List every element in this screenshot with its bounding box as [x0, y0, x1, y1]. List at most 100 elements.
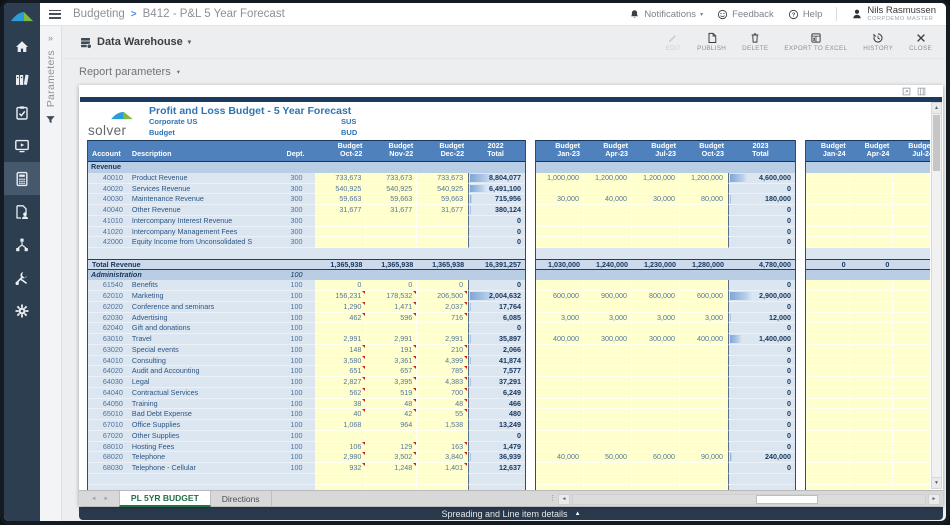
- budget-input-cell[interactable]: 80,000: [680, 194, 728, 205]
- budget-input-cell[interactable]: [806, 431, 850, 442]
- budget-input-cell[interactable]: 1,200,000: [680, 173, 728, 184]
- data-source-dropdown[interactable]: Data Warehouse ▾: [79, 36, 191, 49]
- budget-input-cell[interactable]: [680, 356, 728, 367]
- budget-input-cell[interactable]: [536, 377, 584, 388]
- budget-input-cell[interactable]: [536, 399, 584, 410]
- budget-input-cell[interactable]: 3,840: [417, 452, 468, 463]
- budget-input-cell[interactable]: 540,925: [417, 184, 468, 195]
- budget-input-cell[interactable]: [850, 345, 894, 356]
- budget-input-cell[interactable]: [850, 323, 894, 334]
- budget-input-cell[interactable]: [850, 237, 894, 248]
- budget-input-cell[interactable]: 90,000: [680, 452, 728, 463]
- budget-input-cell[interactable]: [850, 388, 894, 399]
- budget-input-cell[interactable]: [632, 366, 680, 377]
- budget-input-cell[interactable]: [680, 184, 728, 195]
- budget-input-cell[interactable]: 31,677: [417, 205, 468, 216]
- budget-input-cell[interactable]: 129: [366, 442, 417, 453]
- budget-input-cell[interactable]: [850, 280, 894, 291]
- budget-input-cell[interactable]: 48: [417, 399, 468, 410]
- budget-input-cell[interactable]: [584, 463, 632, 474]
- budget-input-cell[interactable]: 59,663: [366, 194, 417, 205]
- budget-input-cell[interactable]: [806, 227, 850, 238]
- budget-input-cell[interactable]: [893, 184, 930, 195]
- budget-input-cell[interactable]: 400,000: [680, 334, 728, 345]
- budget-input-cell[interactable]: [806, 452, 850, 463]
- budget-input-cell[interactable]: [893, 173, 930, 184]
- budget-input-cell[interactable]: [417, 227, 468, 238]
- sheet-tab-pl-5yr-budget[interactable]: PL 5YR BUDGET: [119, 491, 211, 507]
- budget-input-cell[interactable]: [632, 377, 680, 388]
- budget-input-cell[interactable]: [315, 474, 366, 485]
- budget-input-cell[interactable]: [680, 302, 728, 313]
- budget-input-cell[interactable]: [584, 345, 632, 356]
- budget-input-cell[interactable]: [893, 409, 930, 420]
- budget-input-cell[interactable]: 2,980: [315, 452, 366, 463]
- budget-input-cell[interactable]: [632, 431, 680, 442]
- sidebar-item-report-archive[interactable]: [4, 63, 40, 96]
- budget-input-cell[interactable]: [806, 442, 850, 453]
- budget-input-cell[interactable]: 1,068: [315, 420, 366, 431]
- sidebar-item-assignments[interactable]: [4, 96, 40, 129]
- budget-input-cell[interactable]: [850, 173, 894, 184]
- budget-input-cell[interactable]: 733,673: [315, 173, 366, 184]
- budget-input-cell[interactable]: [680, 237, 728, 248]
- budget-input-cell[interactable]: [893, 194, 930, 205]
- budget-input-cell[interactable]: [893, 227, 930, 238]
- sheet-tab-directions[interactable]: Directions: [211, 491, 272, 507]
- budget-input-cell[interactable]: [806, 184, 850, 195]
- budget-input-cell[interactable]: 600,000: [536, 291, 584, 302]
- budget-input-cell[interactable]: [632, 205, 680, 216]
- budget-input-cell[interactable]: [584, 205, 632, 216]
- budget-input-cell[interactable]: 964: [366, 420, 417, 431]
- budget-input-cell[interactable]: [893, 280, 930, 291]
- budget-input-cell[interactable]: [806, 323, 850, 334]
- budget-input-cell[interactable]: 462: [315, 313, 366, 324]
- budget-input-cell[interactable]: 30,000: [536, 194, 584, 205]
- budget-input-cell[interactable]: [680, 474, 728, 485]
- budget-input-cell[interactable]: 3,000: [680, 313, 728, 324]
- budget-input-cell[interactable]: [584, 237, 632, 248]
- budget-input-cell[interactable]: [536, 463, 584, 474]
- budget-input-cell[interactable]: 540,925: [366, 184, 417, 195]
- budget-input-cell[interactable]: [584, 302, 632, 313]
- budget-input-cell[interactable]: [850, 334, 894, 345]
- budget-input-cell[interactable]: [632, 280, 680, 291]
- budget-input-cell[interactable]: [417, 431, 468, 442]
- budget-input-cell[interactable]: [893, 366, 930, 377]
- budget-input-cell[interactable]: 106: [315, 442, 366, 453]
- budget-input-cell[interactable]: [680, 420, 728, 431]
- close-button[interactable]: CLOSE: [909, 32, 932, 52]
- feedback-button[interactable]: Feedback: [717, 9, 774, 20]
- budget-input-cell[interactable]: [632, 399, 680, 410]
- budget-input-cell[interactable]: [632, 216, 680, 227]
- budget-input-cell[interactable]: 40: [315, 409, 366, 420]
- budget-input-cell[interactable]: [850, 356, 894, 367]
- budget-input-cell[interactable]: [366, 431, 417, 442]
- budget-input-cell[interactable]: [536, 216, 584, 227]
- tab-nav-right-icon[interactable]: ►: [103, 496, 108, 502]
- budget-input-cell[interactable]: 163: [417, 442, 468, 453]
- budget-input-cell[interactable]: [584, 280, 632, 291]
- budget-input-cell[interactable]: 733,673: [417, 173, 468, 184]
- edit-button[interactable]: EDIT: [666, 32, 682, 52]
- budget-input-cell[interactable]: [632, 388, 680, 399]
- budget-input-cell[interactable]: [893, 323, 930, 334]
- expand-panel-icon[interactable]: »: [48, 33, 53, 43]
- budget-input-cell[interactable]: [893, 345, 930, 356]
- sidebar-item-workflow[interactable]: [4, 228, 40, 261]
- budget-input-cell[interactable]: [850, 377, 894, 388]
- budget-input-cell[interactable]: [806, 334, 850, 345]
- publish-button[interactable]: PUBLISH: [697, 32, 726, 52]
- budget-input-cell[interactable]: [632, 323, 680, 334]
- budget-input-cell[interactable]: 50,000: [584, 452, 632, 463]
- budget-input-cell[interactable]: [584, 474, 632, 485]
- budget-input-cell[interactable]: 651: [315, 366, 366, 377]
- horizontal-scrollbar[interactable]: ⋮ ◄ ►: [549, 493, 940, 505]
- budget-input-cell[interactable]: [850, 420, 894, 431]
- budget-input-cell[interactable]: [680, 431, 728, 442]
- budget-input-cell[interactable]: [850, 291, 894, 302]
- budget-input-cell[interactable]: 540,925: [315, 184, 366, 195]
- budget-input-cell[interactable]: [893, 474, 930, 485]
- budget-input-cell[interactable]: [680, 399, 728, 410]
- budget-input-cell[interactable]: [806, 463, 850, 474]
